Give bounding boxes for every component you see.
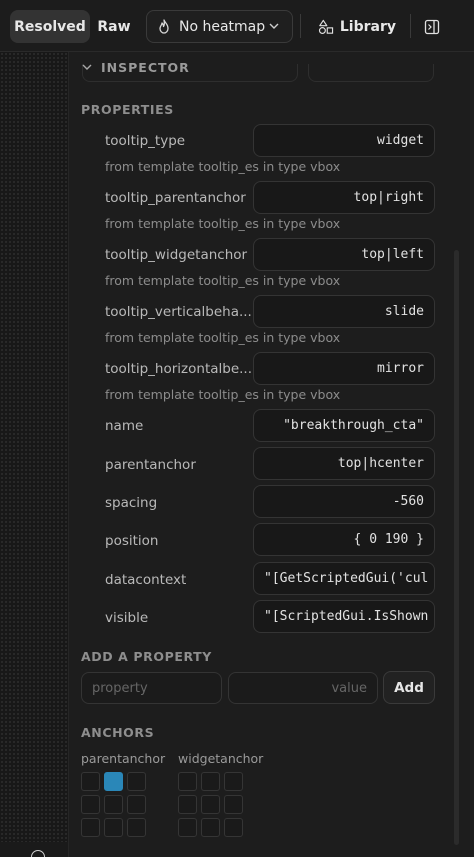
heatmap-dropdown[interactable]: No heatmap [146, 10, 293, 43]
property-name: tooltip_parentanchor [105, 190, 246, 206]
widgetanchor-cell[interactable] [201, 795, 220, 814]
widgetanchor-cell[interactable] [178, 818, 197, 837]
scrolled-field-edge [308, 64, 434, 82]
shapes-icon [318, 19, 334, 34]
add-property-button[interactable]: Add [383, 671, 435, 704]
raw-tab[interactable]: Raw [92, 10, 136, 43]
chevron-down-icon [269, 23, 279, 29]
property-value-input[interactable]: slide [253, 295, 435, 328]
property-name: visible [105, 610, 149, 626]
property-name: tooltip_verticalbeha... [105, 304, 252, 320]
parentanchor-cell[interactable] [127, 772, 146, 791]
property-name: datacontext [105, 572, 187, 588]
parentanchor-cell[interactable] [104, 795, 123, 814]
parentanchor-cell[interactable] [104, 818, 123, 837]
library-button[interactable]: Library [312, 10, 396, 43]
canvas-strip [0, 52, 68, 842]
property-value-input[interactable]: top|right [253, 181, 435, 214]
library-label: Library [339, 18, 396, 35]
parentanchor-cell[interactable] [81, 818, 100, 837]
parentanchor-label: parentanchor [81, 751, 166, 766]
property-template-note: from template tooltip_es in type vbox [105, 330, 341, 345]
property-name: tooltip_type [105, 133, 186, 149]
toolbar-divider [300, 14, 301, 38]
property-name: position [105, 533, 159, 549]
widgetanchor-cell[interactable] [224, 818, 243, 837]
property-template-note: from template tooltip_es in type vbox [105, 159, 341, 174]
property-value-input[interactable]: "breakthrough_cta" [253, 409, 435, 442]
chevron-down-icon [82, 64, 92, 70]
property-value-input[interactable]: "[ScriptedGui.IsShown [253, 600, 435, 633]
property-template-note: from template tooltip_es in type vbox [105, 216, 341, 231]
parentanchor-cell[interactable] [127, 818, 146, 837]
parentanchor-cell[interactable] [127, 795, 146, 814]
anchors-title: ANCHORS [81, 725, 155, 740]
heatmap-label: No heatmap [179, 18, 266, 35]
widgetanchor-label: widgetanchor [178, 751, 264, 766]
widgetanchor-cell[interactable] [178, 795, 197, 814]
widgetanchor-grid [178, 772, 243, 837]
property-value-input[interactable]: mirror [253, 352, 435, 385]
new-property-value-input[interactable]: value [228, 672, 378, 704]
panel-scrollbar[interactable] [454, 250, 459, 845]
flame-icon [159, 18, 169, 34]
property-name: tooltip_widgetanchor [105, 247, 248, 263]
property-name: name [105, 418, 144, 434]
parentanchor-cell[interactable] [81, 795, 100, 814]
properties-title: PROPERTIES [81, 102, 174, 117]
parentanchor-grid [81, 772, 146, 837]
property-value-input[interactable]: top|left [253, 238, 435, 271]
property-template-note: from template tooltip_es in type vbox [105, 273, 341, 288]
property-value-input[interactable]: "[GetScriptedGui('cul [253, 562, 435, 595]
property-value-input[interactable]: widget [253, 124, 435, 157]
widgetanchor-cell[interactable] [201, 818, 220, 837]
add-property-title: ADD A PROPERTY [81, 649, 212, 664]
property-name: spacing [105, 495, 158, 511]
new-property-name-input[interactable]: property [81, 672, 222, 704]
panel-toggle-button[interactable] [420, 10, 444, 43]
widgetanchor-cell[interactable] [224, 795, 243, 814]
info-icon[interactable] [31, 850, 45, 857]
property-template-note: from template tooltip_es in type vbox [105, 387, 341, 402]
inspector-title: INSPECTOR [101, 59, 190, 75]
sidebar-panel-icon [424, 19, 440, 34]
parentanchor-cell[interactable] [81, 772, 100, 791]
parentanchor-cell[interactable] [104, 772, 123, 791]
property-value-input[interactable]: -560 [253, 485, 435, 518]
widgetanchor-cell[interactable] [201, 772, 220, 791]
widgetanchor-cell[interactable] [178, 772, 197, 791]
inspector-header[interactable]: INSPECTOR [81, 58, 190, 76]
property-name: parentanchor [105, 457, 196, 473]
resolved-tab[interactable]: Resolved [10, 10, 90, 43]
toolbar-divider [410, 14, 411, 38]
property-value-input[interactable]: top|hcenter [253, 447, 435, 480]
property-value-input[interactable]: { 0 190 } [253, 523, 435, 556]
widgetanchor-cell[interactable] [224, 772, 243, 791]
property-name: tooltip_horizontalbe... [105, 361, 253, 377]
toolbar: Resolved Raw No heatmap Library [0, 0, 474, 52]
